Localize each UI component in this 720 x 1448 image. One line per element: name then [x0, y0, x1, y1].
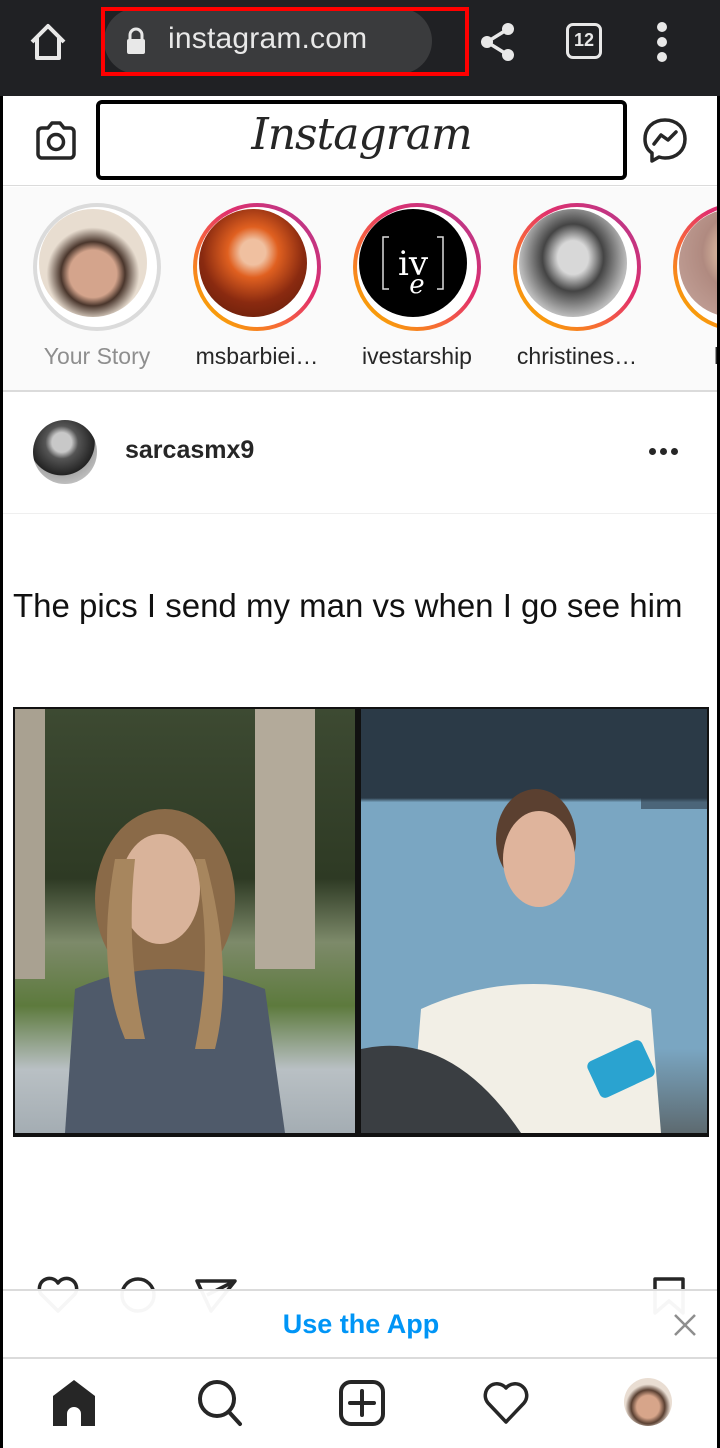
search-icon[interactable] — [195, 1378, 245, 1428]
story-ring — [673, 203, 717, 331]
use-app-banner: Use the App — [3, 1289, 717, 1359]
post-username[interactable]: sarcasmx9 — [125, 436, 254, 465]
story-label: christines… — [516, 343, 638, 369]
instagram-page: Instagram Your Story msbarbiei… iv e ive… — [2, 96, 718, 1448]
story-avatar — [519, 209, 627, 317]
meme-right-photo — [361, 709, 707, 1133]
new-post-icon[interactable] — [337, 1378, 387, 1428]
highlight-box — [101, 7, 469, 76]
more-options-icon[interactable] — [643, 438, 683, 468]
post-image[interactable]: The pics I send my man vs when I go see … — [3, 515, 717, 1275]
svg-text:e: e — [409, 270, 424, 300]
story-label: ivestarship — [362, 343, 472, 369]
instagram-header: Instagram — [3, 96, 717, 186]
meme-caption: The pics I send my man vs when I go see … — [13, 587, 683, 624]
post-header: sarcasmx9 — [3, 394, 717, 514]
close-icon[interactable] — [673, 1313, 697, 1337]
home-icon[interactable] — [49, 1378, 99, 1428]
story-label: kylie — [667, 343, 717, 370]
story-ring — [33, 203, 161, 331]
story-avatar — [679, 209, 717, 317]
story-ring — [193, 203, 321, 331]
story-item[interactable]: christines… — [507, 203, 647, 370]
story-item[interactable]: msbarbiei… — [187, 203, 327, 370]
story-item[interactable]: kylie — [667, 203, 717, 370]
instagram-logo: Instagram — [251, 109, 472, 160]
story-item[interactable]: Your Story — [27, 203, 167, 370]
profile-avatar[interactable] — [624, 1378, 672, 1426]
post-author-avatar[interactable] — [33, 420, 97, 484]
share-icon[interactable] — [478, 20, 518, 64]
story-item[interactable]: iv e ivestarship — [347, 203, 487, 370]
story-ring: iv e — [353, 203, 481, 331]
use-the-app-link[interactable]: Use the App — [3, 1309, 717, 1340]
story-avatar — [199, 209, 307, 317]
more-vertical-icon[interactable] — [650, 22, 674, 62]
home-icon[interactable] — [26, 20, 70, 64]
story-label: Your Story — [43, 343, 151, 369]
story-ring — [513, 203, 641, 331]
browser-toolbar: instagram.com 12 — [0, 0, 720, 96]
story-avatar: iv e — [359, 209, 467, 317]
logo-box[interactable]: Instagram — [96, 100, 627, 180]
meme-image-pair — [13, 707, 709, 1137]
meme-left-photo — [15, 709, 355, 1133]
stories-tray: Your Story msbarbiei… iv e ivestarship c… — [3, 187, 717, 392]
story-label: msbarbiei… — [195, 343, 319, 369]
bottom-navigation — [3, 1360, 717, 1448]
messenger-icon[interactable] — [641, 116, 689, 166]
activity-icon[interactable] — [481, 1378, 531, 1428]
camera-icon[interactable] — [33, 118, 79, 164]
tab-switcher-button[interactable]: 12 — [566, 23, 602, 59]
story-avatar — [39, 209, 147, 317]
